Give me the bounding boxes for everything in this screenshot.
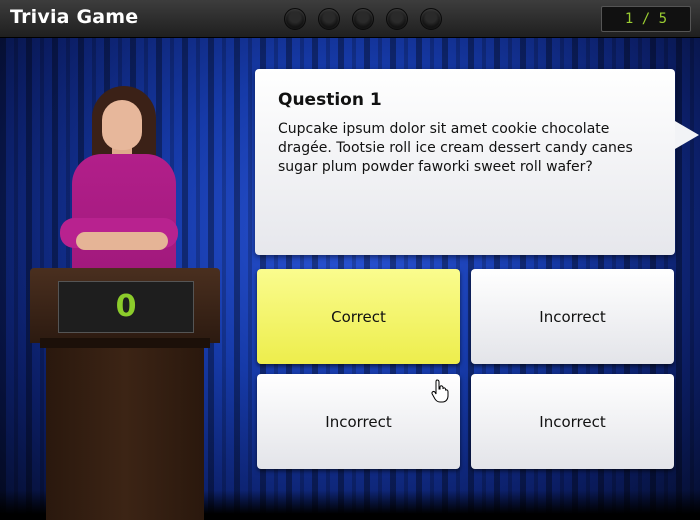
answer-label: Correct xyxy=(331,307,386,326)
score-display: 0 xyxy=(58,281,194,333)
podium-body xyxy=(46,343,204,520)
answer-button-1[interactable]: Correct xyxy=(257,269,460,364)
host-face xyxy=(102,100,142,150)
progress-dot xyxy=(318,8,340,30)
question-counter: 1 / 5 xyxy=(601,6,691,32)
score-value: 0 xyxy=(115,289,137,324)
question-text: Cupcake ipsum dolor sit amet cookie choc… xyxy=(278,121,633,175)
podium-top: 0 xyxy=(30,268,220,343)
progress-dots xyxy=(284,8,442,30)
podium-trim xyxy=(40,338,210,348)
answer-button-4[interactable]: Incorrect xyxy=(471,374,674,469)
game-title: Trivia Game xyxy=(10,6,139,28)
hand-cursor-icon xyxy=(431,379,449,403)
question-title: Question 1 xyxy=(278,90,382,110)
question-card: Question 1 Cupcake ipsum dolor sit amet … xyxy=(255,69,699,255)
progress-dot xyxy=(386,8,408,30)
progress-dot xyxy=(420,8,442,30)
answer-button-3[interactable]: Incorrect xyxy=(257,374,460,469)
progress-dot xyxy=(284,8,306,30)
answer-label: Incorrect xyxy=(539,412,606,431)
answer-button-2[interactable]: Incorrect xyxy=(471,269,674,364)
progress-dot xyxy=(352,8,374,30)
top-bar: Trivia Game 1 / 5 xyxy=(0,0,700,38)
podium: 0 xyxy=(30,268,220,520)
stage-curtain: 0 Question 1 Cupcake ipsum dolor sit ame… xyxy=(0,38,700,520)
answer-label: Incorrect xyxy=(325,412,392,431)
answer-label: Incorrect xyxy=(539,307,606,326)
host-hands xyxy=(76,232,168,250)
